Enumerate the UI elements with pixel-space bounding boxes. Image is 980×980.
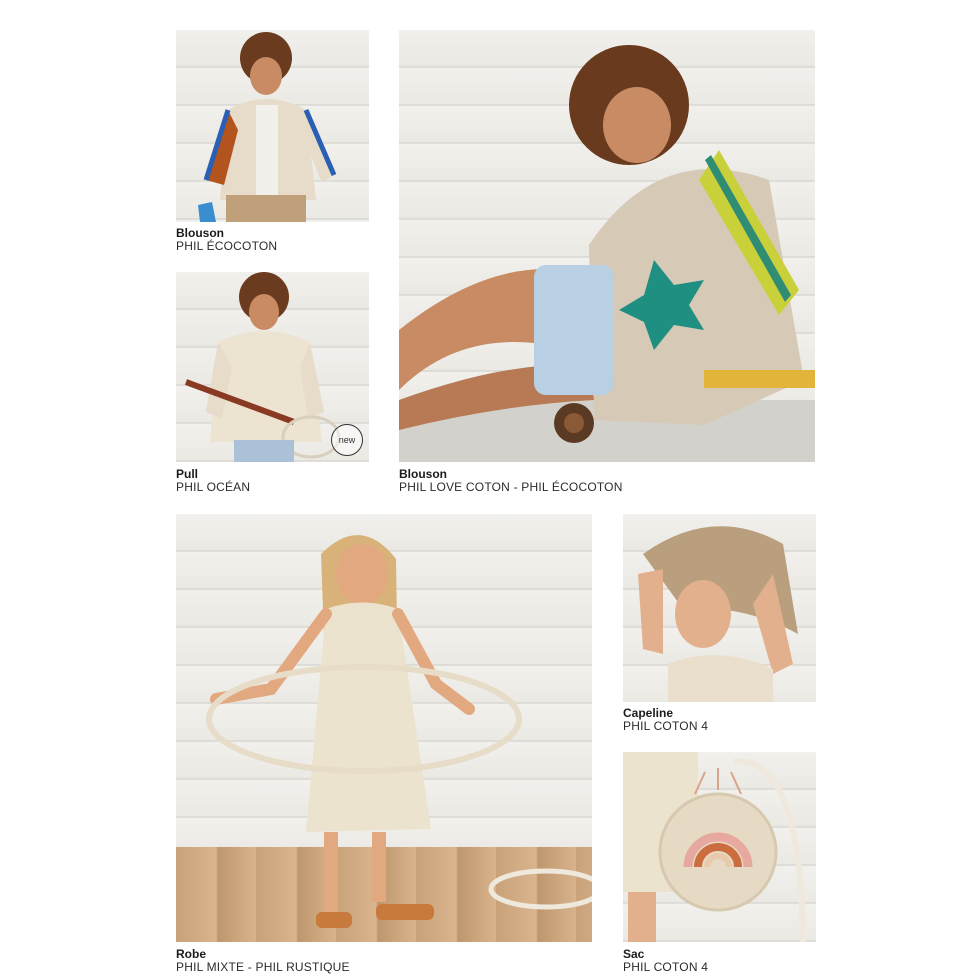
caption-blouson-1: Blouson PHIL ÉCOCOTON — [176, 227, 277, 253]
photo-blouson-love-coton — [399, 30, 815, 462]
photo-robe — [176, 514, 592, 942]
new-badge: new — [331, 424, 363, 456]
caption-robe: Robe PHIL MIXTE - PHIL RUSTIQUE — [176, 948, 350, 974]
product-yarn: PHIL LOVE COTON - PHIL ÉCOCOTON — [399, 480, 623, 494]
photo-pull-ocean: new — [176, 272, 369, 462]
child-jacket-illustration — [198, 32, 337, 222]
rainbow-bag-illustration — [623, 752, 806, 942]
girl-hat-illustration — [638, 526, 798, 702]
product-yarn: PHIL OCÉAN — [176, 480, 251, 494]
caption-sac: Sac PHIL COTON 4 — [623, 948, 708, 974]
photo-sac — [623, 752, 816, 942]
product-yarn: PHIL ÉCOCOTON — [176, 239, 278, 253]
product-yarn: PHIL COTON 4 — [623, 960, 709, 974]
product-yarn: PHIL COTON 4 — [623, 719, 709, 733]
product-yarn: PHIL MIXTE - PHIL RUSTIQUE — [176, 960, 350, 974]
girl-dress-hoop-illustration — [206, 535, 592, 928]
child-star-sweater-illustration — [399, 45, 815, 462]
photo-blouson-ecocoton — [176, 30, 369, 222]
photo-capeline — [623, 514, 816, 702]
caption-pull: Pull PHIL OCÉAN — [176, 468, 250, 494]
caption-blouson-2: Blouson PHIL LOVE COTON - PHIL ÉCOCOTON — [399, 468, 623, 494]
caption-capeline: Capeline PHIL COTON 4 — [623, 707, 708, 733]
